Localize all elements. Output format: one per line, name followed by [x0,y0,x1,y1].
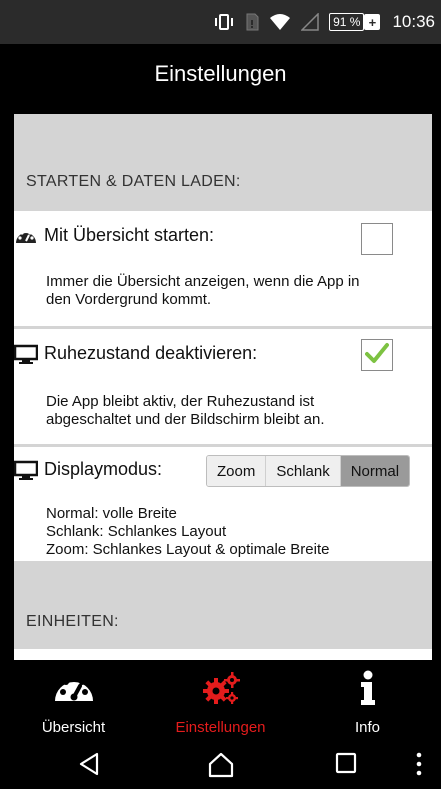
settings-content[interactable]: STARTEN & DATEN LADEN: Mit Übersicht sta… [0,104,441,660]
start-overview-checkbox[interactable] [361,223,393,255]
setting-description: Immer die Übersicht anzeigen, wenn die A… [14,273,360,309]
nav-item-info[interactable]: Info [294,660,441,742]
setting-label: Mit Übersicht starten: [44,225,215,245]
sim-icon [245,13,259,31]
gears-icon [199,670,243,711]
monitor-icon [14,344,38,364]
recents-square-icon [335,752,357,779]
recents-button[interactable] [335,752,357,779]
sleep-checkbox[interactable] [361,339,393,371]
setting-label: Displaymodus: [44,459,163,479]
description-line: den Vordergrund kommt. [46,291,212,308]
battery-icon: 91 % + [329,13,381,31]
three-dots-icon [416,752,422,781]
section-title-units: EINHEITEN: [26,613,119,630]
description-line: Schlank: Schlankes Layout [46,523,227,540]
setting-title-sleep: Ruhezustand deaktivieren: [14,343,257,364]
checkmark-icon [365,342,389,369]
clock: 10:36 [392,12,435,31]
info-icon [346,670,390,711]
segment-normal[interactable]: Normal [340,456,410,486]
setting-description: Normal: volle Breite Schlank: Schlankes … [14,505,329,559]
display-mode-segmented-control[interactable]: Zoom Schlank Normal [206,455,411,487]
speedometer-icon [52,670,96,711]
setting-title-display-mode: Displaymodus: [14,459,162,480]
battery-percent: 91 % [329,13,365,31]
wifi-icon [269,13,291,31]
home-button[interactable] [208,752,234,783]
overflow-menu-button[interactable] [416,752,422,781]
setting-row-display-mode: Displaymodus: Zoom Schlank Normal Normal… [14,447,432,561]
description-line: Zoom: Schlankes Layout & optimale Breite [46,541,330,558]
bottom-navigation: Übersicht Einstellungen Info [0,660,441,742]
segment-zoom[interactable]: Zoom [207,456,267,486]
status-bar: 91 % + 10:36 [0,0,441,44]
setting-title-start-overview: Mit Übersicht starten: [14,225,214,246]
title-bar: Einstellungen [0,44,441,104]
signal-icon [301,13,319,31]
system-navigation-bar [0,742,441,789]
section-header-units: EINHEITEN: [14,561,432,649]
status-icons: 91 % + 10:36 [213,0,435,44]
description-line: Immer die Übersicht anzeigen, wenn die A… [46,273,360,290]
settings-panel: STARTEN & DATEN LADEN: Mit Übersicht sta… [14,114,432,660]
back-triangle-icon [78,752,100,781]
nav-item-overview[interactable]: Übersicht [0,660,147,742]
description-line: Die App bleibt aktiv, der Ruhezustand is… [46,393,315,410]
description-line: Normal: volle Breite [46,505,177,522]
setting-label: Ruhezustand deaktivieren: [44,343,258,363]
monitor-icon [14,460,38,480]
vibrate-icon [213,13,235,31]
speedometer-icon [14,226,38,246]
section-title-start: STARTEN & DATEN LADEN: [26,173,241,190]
nav-label: Info [354,719,381,736]
page-title: Einstellungen [154,61,287,86]
description-line: abgeschaltet und der Bildschirm bleibt a… [46,411,325,428]
back-button[interactable] [78,752,100,781]
charging-indicator: + [364,14,381,30]
home-icon [208,752,234,783]
nav-item-settings[interactable]: Einstellungen [147,660,294,742]
section-header-start: STARTEN & DATEN LADEN: [14,114,432,211]
nav-label: Einstellungen [175,719,266,736]
nav-label: Übersicht [41,719,106,736]
setting-row-start-overview: Mit Übersicht starten: Immer die Übersic… [14,211,432,326]
setting-row-sleep: Ruhezustand deaktivieren: Die App bleibt… [14,329,432,444]
setting-description: Die App bleibt aktiv, der Ruhezustand is… [14,393,325,429]
segment-schlank[interactable]: Schlank [266,456,341,486]
